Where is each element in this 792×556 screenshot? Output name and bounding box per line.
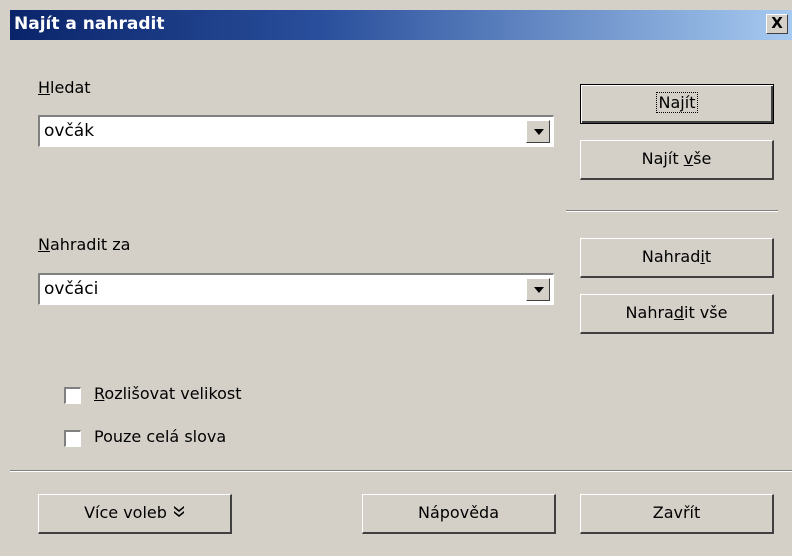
replace-label-text: Nahradit [641, 247, 712, 266]
replace-dropdown-button[interactable] [526, 278, 550, 301]
triangle-down-icon [534, 287, 544, 293]
buttons-separator [566, 210, 778, 212]
double-chevron-down-icon [173, 506, 184, 517]
close-label: Zavřít [652, 503, 701, 522]
help-label: Nápověda [418, 503, 499, 522]
find-all-label: Najít vše [641, 149, 712, 168]
search-dropdown-button[interactable] [526, 120, 550, 143]
more-options-button[interactable]: Více voleb [38, 494, 232, 534]
close-window-button[interactable]: X [766, 14, 788, 34]
search-combobox[interactable]: ovčák [38, 115, 554, 147]
triangle-down-icon [534, 129, 544, 135]
close-icon: X [771, 14, 783, 32]
title-bar[interactable]: Najít a nahradit X [10, 10, 792, 40]
help-button[interactable]: Nápověda [362, 494, 556, 534]
match-case-checkbox[interactable] [64, 387, 81, 404]
whole-words-checkbox[interactable] [64, 430, 81, 447]
window-title: Najít a nahradit [14, 14, 165, 34]
find-all-button[interactable]: Najít vše [580, 140, 774, 180]
replace-combobox[interactable]: ovčáci [38, 273, 554, 305]
replace-button[interactable]: Nahradit [580, 238, 774, 278]
find-button-label: Najít [655, 92, 699, 113]
replace-all-button[interactable]: Nahradit vše [580, 294, 774, 334]
more-options-label: Více voleb [84, 503, 167, 522]
find-replace-dialog: Najít a nahradit X Hledat ovčák Nahradit… [0, 0, 792, 556]
search-label: Hledat [38, 78, 91, 97]
match-case-label[interactable]: Rozlišovat velikost [94, 384, 242, 403]
replace-input[interactable]: ovčáci [44, 279, 98, 299]
whole-words-label[interactable]: Pouze celá slova [94, 427, 226, 446]
find-button[interactable]: Najít [580, 84, 774, 124]
search-input[interactable]: ovčák [44, 121, 94, 141]
close-button[interactable]: Zavřít [580, 494, 774, 534]
replace-label: Nahradit za [38, 235, 131, 254]
replace-all-label: Nahradit vše [625, 303, 728, 322]
bottom-separator [10, 470, 792, 472]
